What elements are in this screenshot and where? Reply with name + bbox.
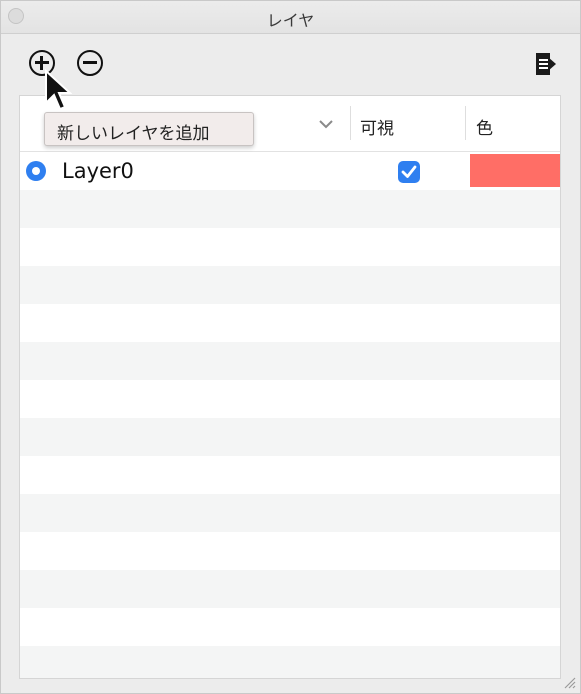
table-row xyxy=(20,304,560,342)
table-row xyxy=(20,228,560,266)
column-divider[interactable] xyxy=(350,106,351,140)
table-row xyxy=(20,456,560,494)
layers-table: 可視 色 Layer0 xyxy=(19,95,561,679)
table-row xyxy=(20,494,560,532)
table-row xyxy=(20,570,560,608)
active-layer-radio[interactable] xyxy=(26,161,46,181)
layer-name: Layer0 xyxy=(62,159,134,183)
column-divider[interactable] xyxy=(465,106,466,140)
layer-color-swatch[interactable] xyxy=(470,154,560,187)
layers-window: レイヤ 可視 色 Layer0 新しいレイヤを追加 xyxy=(0,0,581,694)
table-row[interactable]: Layer0 xyxy=(20,152,560,190)
table-row xyxy=(20,646,560,678)
column-header-color[interactable]: 色 xyxy=(476,114,493,139)
mouse-pointer-icon xyxy=(45,69,72,111)
resize-grip-icon[interactable] xyxy=(562,675,576,689)
table-body: Layer0 xyxy=(20,152,560,678)
add-layer-tooltip: 新しいレイヤを追加 xyxy=(44,112,254,146)
chevron-down-icon[interactable] xyxy=(318,118,334,130)
remove-layer-button[interactable] xyxy=(77,50,103,76)
title-bar[interactable]: レイヤ xyxy=(1,1,580,34)
table-row xyxy=(20,190,560,228)
checkmark-icon xyxy=(401,165,417,178)
table-row xyxy=(20,532,560,570)
table-row xyxy=(20,380,560,418)
column-header-visible[interactable]: 可視 xyxy=(360,114,394,139)
table-row xyxy=(20,608,560,646)
window-title: レイヤ xyxy=(266,11,315,30)
visible-checkbox[interactable] xyxy=(398,161,420,183)
table-row xyxy=(20,342,560,380)
table-row xyxy=(20,266,560,304)
table-row xyxy=(20,418,560,456)
export-arrow-icon[interactable] xyxy=(534,51,558,77)
tooltip-text: 新しいレイヤを追加 xyxy=(57,124,210,144)
